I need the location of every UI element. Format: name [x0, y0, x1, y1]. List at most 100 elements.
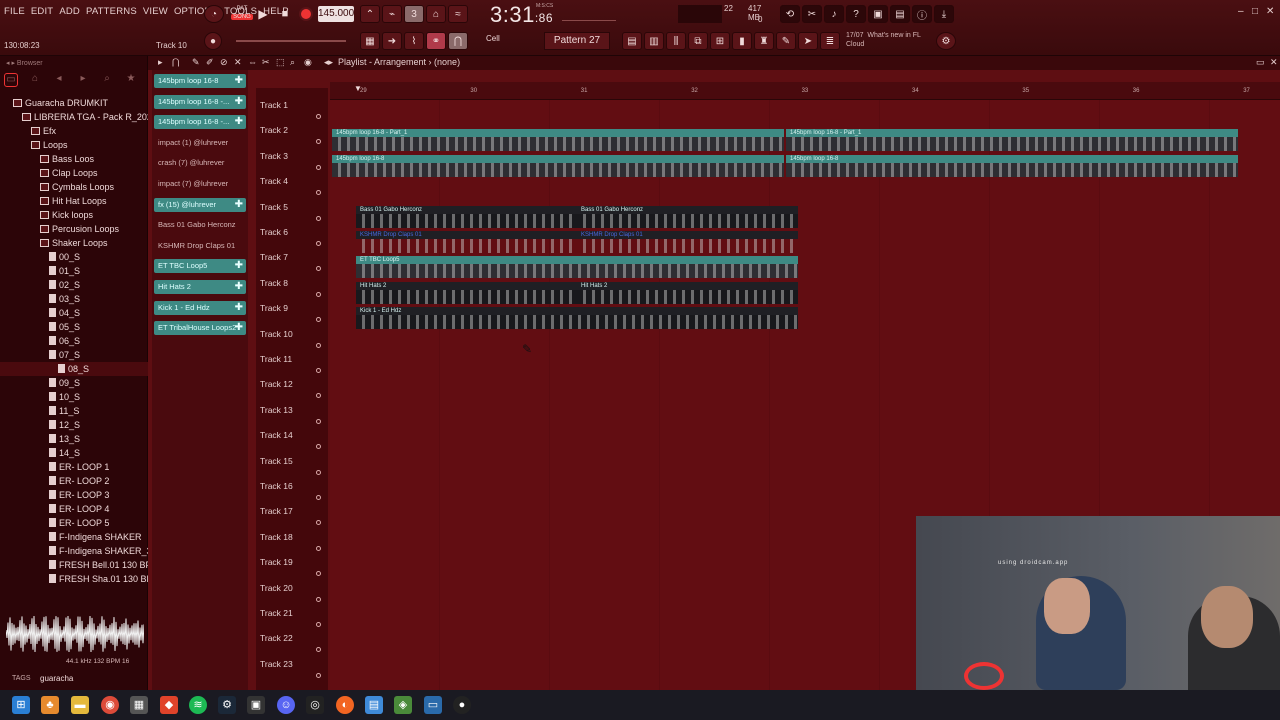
track-name[interactable]: Track 14 — [260, 430, 293, 440]
browser-file[interactable]: 12_S — [0, 418, 148, 432]
track-mute-led[interactable] — [316, 647, 321, 653]
add-clip-icon[interactable]: ✚ — [235, 115, 243, 129]
playlist-menu-icon[interactable]: ▸ — [158, 57, 163, 68]
draw-tool-icon[interactable]: ✎ — [192, 57, 200, 68]
browser-search-icon[interactable]: ⌕ — [100, 73, 114, 87]
browser-file[interactable]: 04_S — [0, 306, 148, 320]
menu-add[interactable]: ADD — [59, 6, 80, 17]
plugin-icon[interactable]: ✎ — [776, 32, 796, 50]
add-clip-icon[interactable]: ✚ — [235, 280, 243, 294]
steam-icon[interactable]: ⚙ — [218, 696, 236, 714]
snap-selector[interactable]: Cell — [486, 34, 500, 43]
track-name[interactable]: Track 11 — [260, 354, 292, 364]
track-mute-led[interactable] — [316, 622, 321, 627]
add-clip-icon[interactable]: ✚ — [235, 74, 243, 88]
browser-file[interactable]: ER- LOOP 3 — [0, 488, 148, 502]
browser-file[interactable]: 13_S — [0, 432, 148, 446]
playlist-clip[interactable]: KSHMR Drop Claps 01 — [577, 231, 798, 253]
arrow-right-icon[interactable]: ➜ — [382, 32, 402, 50]
file-explorer-icon[interactable]: ▬ — [71, 696, 89, 714]
clip-source-item[interactable]: ET TBC Loop5 ✚ — [154, 259, 246, 274]
master-pitch-knob-icon[interactable]: ◔ — [204, 5, 224, 23]
playlist-maximize-icon[interactable]: ▭ — [1256, 57, 1265, 68]
track-name[interactable]: Track 1 — [260, 100, 288, 110]
browser-folder[interactable]: Guaracha DRUMKIT — [0, 96, 148, 110]
browser-file[interactable]: F-Indigena SHAKER — [0, 530, 148, 544]
browser-file[interactable]: 09_S — [0, 376, 148, 390]
master-volume-slider[interactable] — [236, 40, 346, 42]
wait-for-input-icon[interactable]: ⌁ — [382, 5, 402, 23]
track-mute-led[interactable] — [316, 672, 321, 678]
metronome-icon[interactable]: ⌃ — [360, 5, 380, 23]
blend-notes-icon[interactable]: ≈ — [448, 5, 468, 23]
time-ruler[interactable]: 29 30 31 32 33 34 35 36 37 ▼ — [330, 82, 1280, 100]
track-mute-led[interactable] — [316, 139, 321, 145]
track-name[interactable]: Track 9 — [260, 303, 288, 313]
add-clip-icon[interactable]: ✚ — [235, 198, 243, 212]
brush-icon[interactable]: ⌇ — [404, 32, 424, 50]
browser-file[interactable]: 02_S — [0, 278, 148, 292]
playlist-clip[interactable]: Kick 1 - Ed Hdz — [356, 307, 798, 330]
browser-file[interactable]: 07_S — [0, 348, 148, 362]
track-mute-led[interactable] — [316, 215, 321, 221]
browser-file[interactable]: 03_S — [0, 292, 148, 306]
browser-folder[interactable]: Percusion Loops — [0, 222, 148, 236]
clip-source-item[interactable]: Kick 1 - Ed Hdz ✚ — [154, 300, 246, 315]
mixer-icon[interactable]: ⫼ — [666, 32, 686, 50]
zoom-tool-icon[interactable]: ⌕ — [290, 57, 295, 68]
playback-tool-icon[interactable]: ◉ — [304, 57, 312, 68]
slip-tool-icon[interactable]: ⇔ — [248, 57, 257, 67]
channel-rack-icon[interactable]: ▤ — [622, 32, 642, 50]
browser-file[interactable]: 01_S — [0, 264, 148, 278]
clip-source-item[interactable]: KSHMR Drop Claps 01 — [154, 239, 246, 253]
fl-studio-taskbar-icon[interactable]: ♣ — [41, 696, 59, 714]
clip-source-item[interactable]: 145bpm loop 16-8 -... ✚ — [154, 94, 246, 109]
browser-file[interactable]: ER- LOOP 4 — [0, 502, 148, 516]
browser-file[interactable]: FRESH Bell.01 130 BPM — [0, 558, 159, 572]
browser-folder[interactable]: Cymbals Loops — [0, 180, 148, 194]
track-mute-led[interactable] — [316, 291, 321, 297]
photos-icon[interactable]: ▭ — [424, 696, 442, 714]
browser-file[interactable]: 08_S — [0, 362, 148, 376]
track-name[interactable]: Track 17 — [260, 506, 293, 516]
playlist-clip[interactable]: 145bpm loop 16-8 - Part_1 — [332, 129, 784, 152]
playhead-marker-icon[interactable]: ▼ — [354, 84, 362, 93]
track-name[interactable]: Track 19 — [260, 557, 293, 567]
add-clip-icon[interactable]: ✚ — [235, 95, 243, 109]
store-icon[interactable]: ▦ — [130, 696, 148, 714]
browser-file[interactable]: FRESH Sha.01 130 BPM — [0, 572, 160, 586]
brave-icon[interactable]: ◆ — [160, 696, 178, 714]
browser-file[interactable]: 00_S — [0, 250, 148, 264]
track-name[interactable]: Track 3 — [260, 151, 288, 161]
app-icon[interactable]: ▣ — [247, 696, 265, 714]
track-mute-led[interactable] — [316, 418, 321, 424]
playlist-close-icon[interactable]: ✕ — [1270, 57, 1278, 68]
plugin-picker-icon[interactable]: ⊞ — [710, 32, 730, 50]
clip-source-item[interactable]: Hit Hats 2 ✚ — [154, 280, 246, 294]
playlist-clip[interactable]: 145bpm loop 16-8 — [786, 154, 1238, 177]
browser-file[interactable]: 14_S — [0, 446, 148, 460]
project-icon[interactable]: ▮ — [732, 32, 752, 50]
browser-folder[interactable]: Kick loops — [0, 208, 148, 222]
track-name[interactable]: Track 18 — [260, 532, 293, 542]
browser-menu-icon[interactable]: ▭ — [4, 73, 18, 87]
obs-icon[interactable]: ◎ — [306, 696, 324, 714]
menu-patterns[interactable]: PATTERNS — [86, 6, 137, 17]
playlist-clip[interactable]: ET TBC Loop5 — [356, 256, 798, 279]
track-mute-led[interactable] — [316, 571, 321, 577]
track-mute-led[interactable] — [316, 596, 321, 602]
browser-forward-icon[interactable]: ▸ — [76, 73, 90, 87]
track-mute-led[interactable] — [316, 393, 321, 399]
link-icon[interactable]: ⚭ — [426, 32, 446, 50]
paint-tool-icon[interactable]: ✐ — [206, 57, 214, 68]
browser-toggle-icon[interactable]: ⧉ — [688, 32, 708, 50]
menu-edit[interactable]: EDIT — [31, 6, 53, 17]
github-icon[interactable]: ● — [453, 696, 471, 714]
track-mute-led[interactable] — [316, 241, 321, 246]
browser-folder[interactable]: Bass Loos — [0, 152, 148, 166]
pattern-selector[interactable]: Pattern 27 — [544, 32, 610, 50]
orange-app-icon[interactable]: ◐ — [336, 696, 354, 714]
pat-song-toggle[interactable]: PAT SONG — [230, 5, 254, 23]
track-mute-led[interactable] — [316, 114, 321, 119]
select-tool-icon[interactable]: ⬚ — [276, 57, 285, 68]
